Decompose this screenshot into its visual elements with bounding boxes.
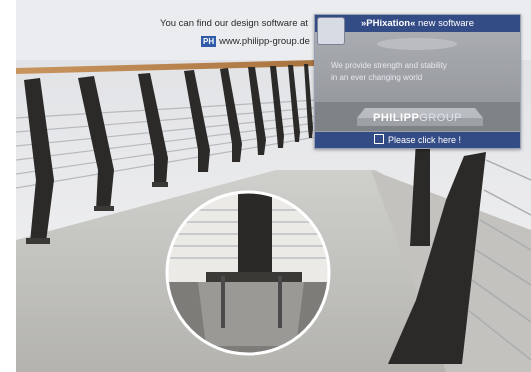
phixation-app-icon <box>317 17 345 45</box>
software-promo-popup[interactable]: »PHixation« new software We provide stre… <box>314 14 521 149</box>
philipp-group-logo: PHILIPPGROUP <box>373 112 462 124</box>
popup-tagline: We provide strength and stability in an … <box>331 60 447 84</box>
website-link[interactable]: www.philipp-group.de <box>219 36 310 47</box>
ph-logo-icon: PH <box>201 36 217 47</box>
popup-tagline-line1: We provide strength and stability <box>331 61 447 70</box>
popup-tagline-line2: in an ever changing world <box>331 73 423 82</box>
popup-cta-label[interactable]: Please click here ! <box>388 135 461 145</box>
logo-part-group: GROUP <box>419 112 463 124</box>
popup-title: »PHixation« new software <box>315 15 520 32</box>
enter-arrow-icon <box>373 134 384 144</box>
logo-part-philipp: PHILIPP <box>373 112 420 124</box>
popup-cta-button[interactable]: Please click here ! <box>315 132 520 148</box>
info-text: You can find our design software at <box>160 18 309 29</box>
popup-title-product: »PHixation« <box>360 18 416 29</box>
website-link-row[interactable]: PH www.philipp-group.de <box>201 36 310 47</box>
popup-title-suffix: new software <box>415 18 474 29</box>
